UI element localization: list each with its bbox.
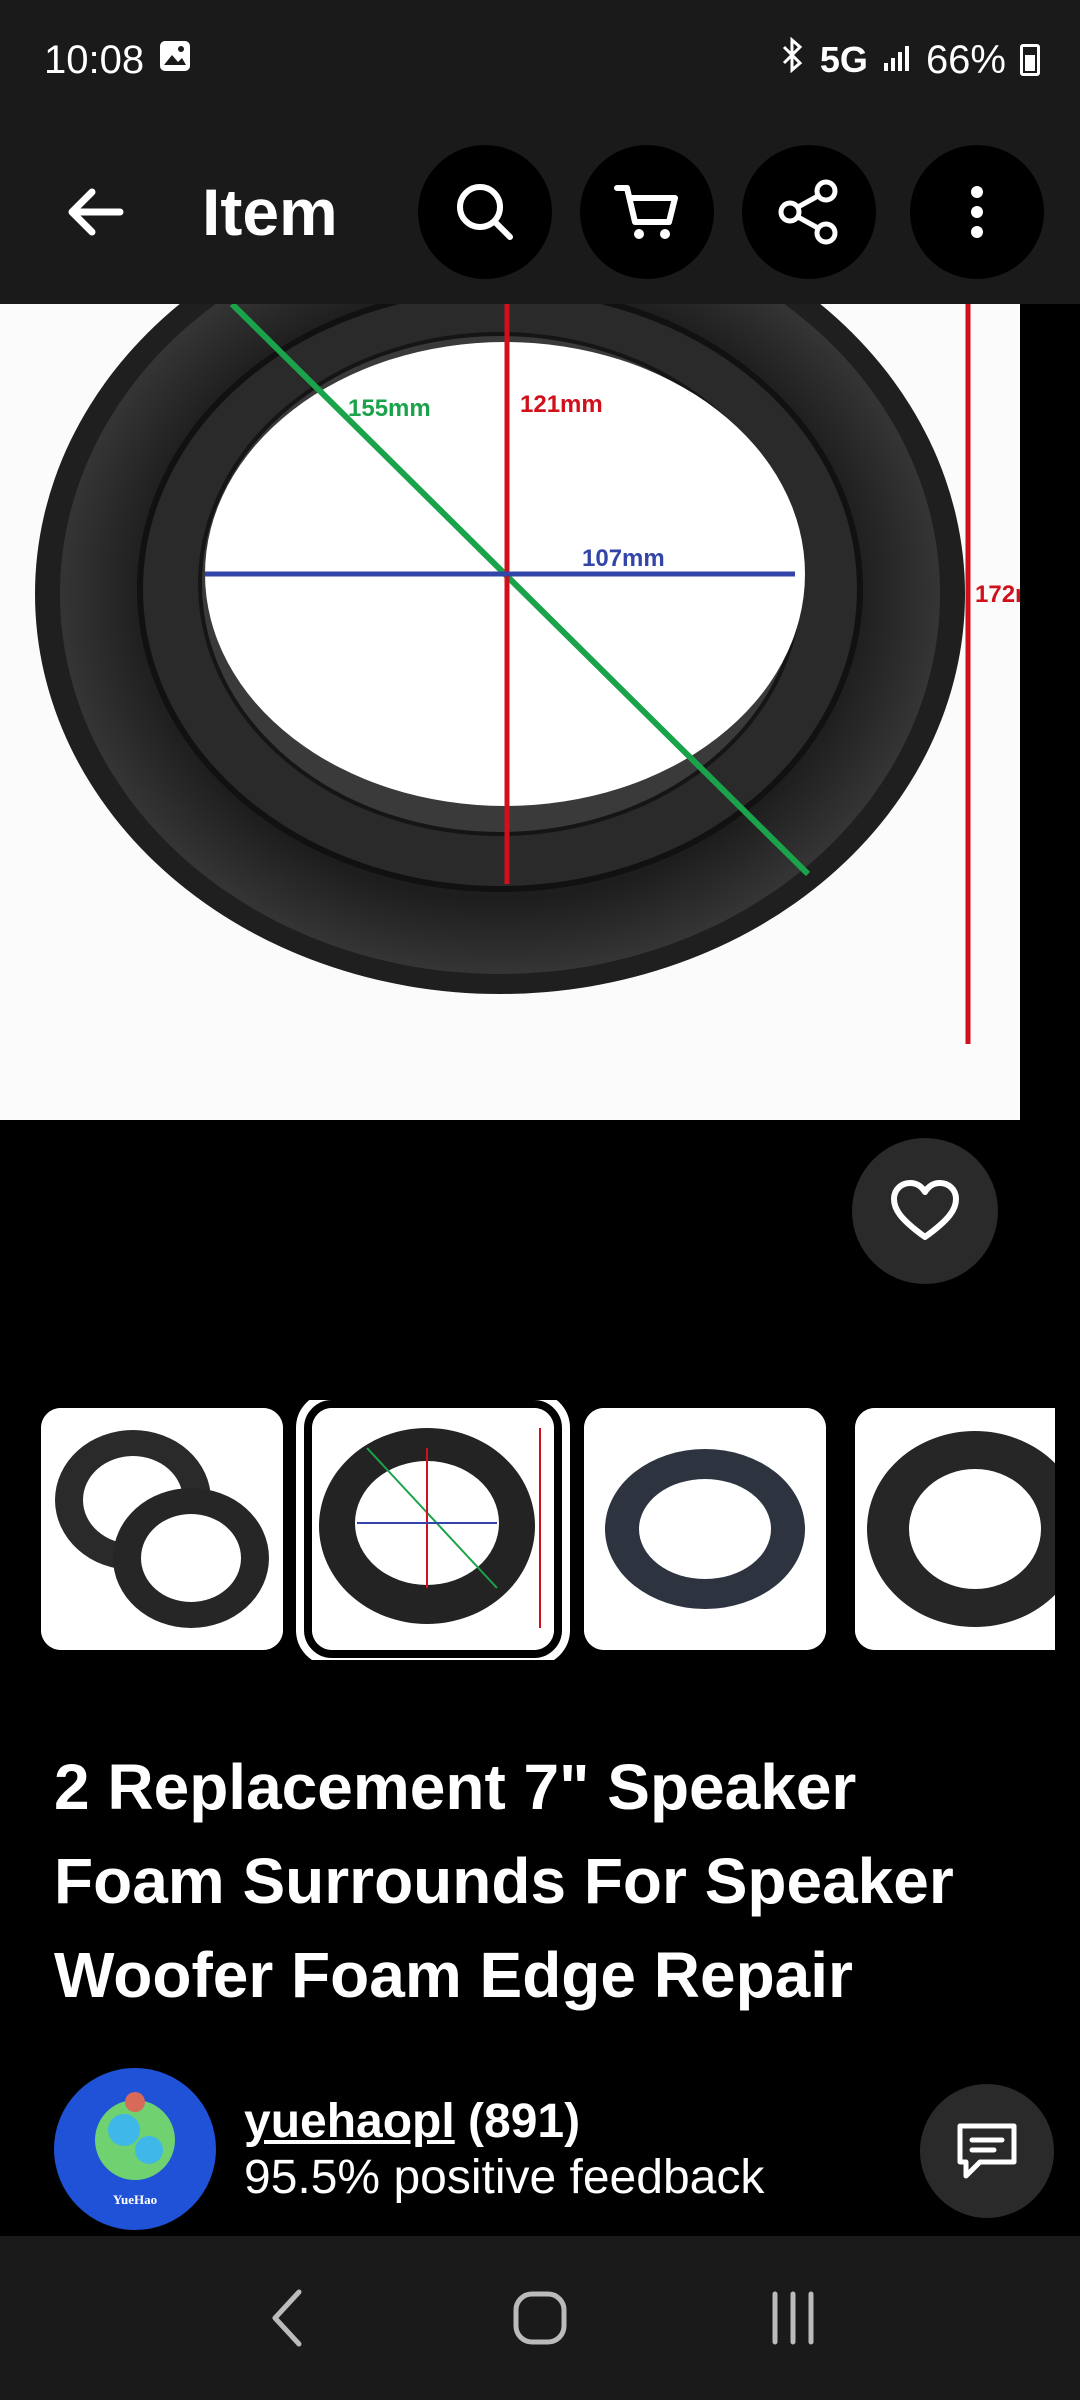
seller-info: YueHao yuehaopl (891) 95.5% positive fee… <box>54 2068 1054 2232</box>
height-label: 121mm <box>520 391 603 418</box>
chat-icon <box>957 2123 1017 2179</box>
status-bar: 10:08 5G 66% <box>0 0 1080 120</box>
cart-icon <box>614 185 678 239</box>
heart-icon <box>891 1180 959 1240</box>
battery-percent: 66% <box>925 37 1006 82</box>
watch-button[interactable] <box>852 1138 998 1284</box>
seller-username[interactable]: yuehaopl <box>244 2095 455 2148</box>
search-icon <box>457 184 513 240</box>
back-button[interactable] <box>56 172 136 252</box>
recents-icon <box>772 2291 814 2345</box>
network-label: 5G <box>819 39 868 80</box>
system-nav-bar <box>0 2236 1080 2400</box>
status-time: 10:08 <box>44 37 145 82</box>
seller-name[interactable]: yuehaopl (891) <box>244 2094 580 2149</box>
nav-home-button[interactable] <box>490 2268 590 2368</box>
signal-icon <box>882 38 912 83</box>
share-icon <box>778 179 838 245</box>
more-options-button[interactable] <box>910 145 1044 279</box>
chevron-left-icon <box>272 2289 302 2347</box>
nav-recents-button[interactable] <box>743 2268 843 2368</box>
bluetooth-icon <box>780 36 806 83</box>
share-button[interactable] <box>742 145 876 279</box>
page-title: Item <box>202 175 338 249</box>
thumbnail-1[interactable] <box>41 1408 283 1650</box>
item-title: 2 Replacement 7" Speaker Foam Surrounds … <box>54 1751 954 2011</box>
search-button[interactable] <box>418 145 552 279</box>
svg-text:YueHao: YueHao <box>113 2192 157 2207</box>
battery-icon <box>1020 44 1040 76</box>
thumbnail-strip <box>0 1400 1080 1660</box>
nav-back-button[interactable] <box>237 2268 337 2368</box>
contact-seller-button[interactable] <box>920 2084 1054 2218</box>
seller-feedback-count: (891) <box>468 2095 581 2148</box>
diag-label: 155mm <box>348 395 431 422</box>
more-vertical-icon <box>971 186 983 238</box>
inner-label: 107mm <box>582 545 665 572</box>
speaker-surround-photo: 155mm 121mm 107mm 172mm <box>0 304 1080 1120</box>
thumbnail-4[interactable] <box>855 1408 1055 1650</box>
image-edge <box>1020 304 1080 1120</box>
seller-avatar[interactable]: YueHao <box>54 2068 216 2230</box>
arrow-left-icon <box>68 188 124 236</box>
cart-button[interactable] <box>580 145 714 279</box>
thumbnail-3[interactable] <box>584 1408 826 1650</box>
product-image[interactable]: 155mm 121mm 107mm 172mm <box>0 304 1080 1120</box>
seller-feedback: 95.5% positive feedback <box>244 2151 765 2204</box>
app-bar: Item <box>0 120 1080 304</box>
thumbnail-2[interactable] <box>296 1400 570 1660</box>
home-icon <box>513 2291 567 2345</box>
gallery-icon <box>158 38 192 83</box>
